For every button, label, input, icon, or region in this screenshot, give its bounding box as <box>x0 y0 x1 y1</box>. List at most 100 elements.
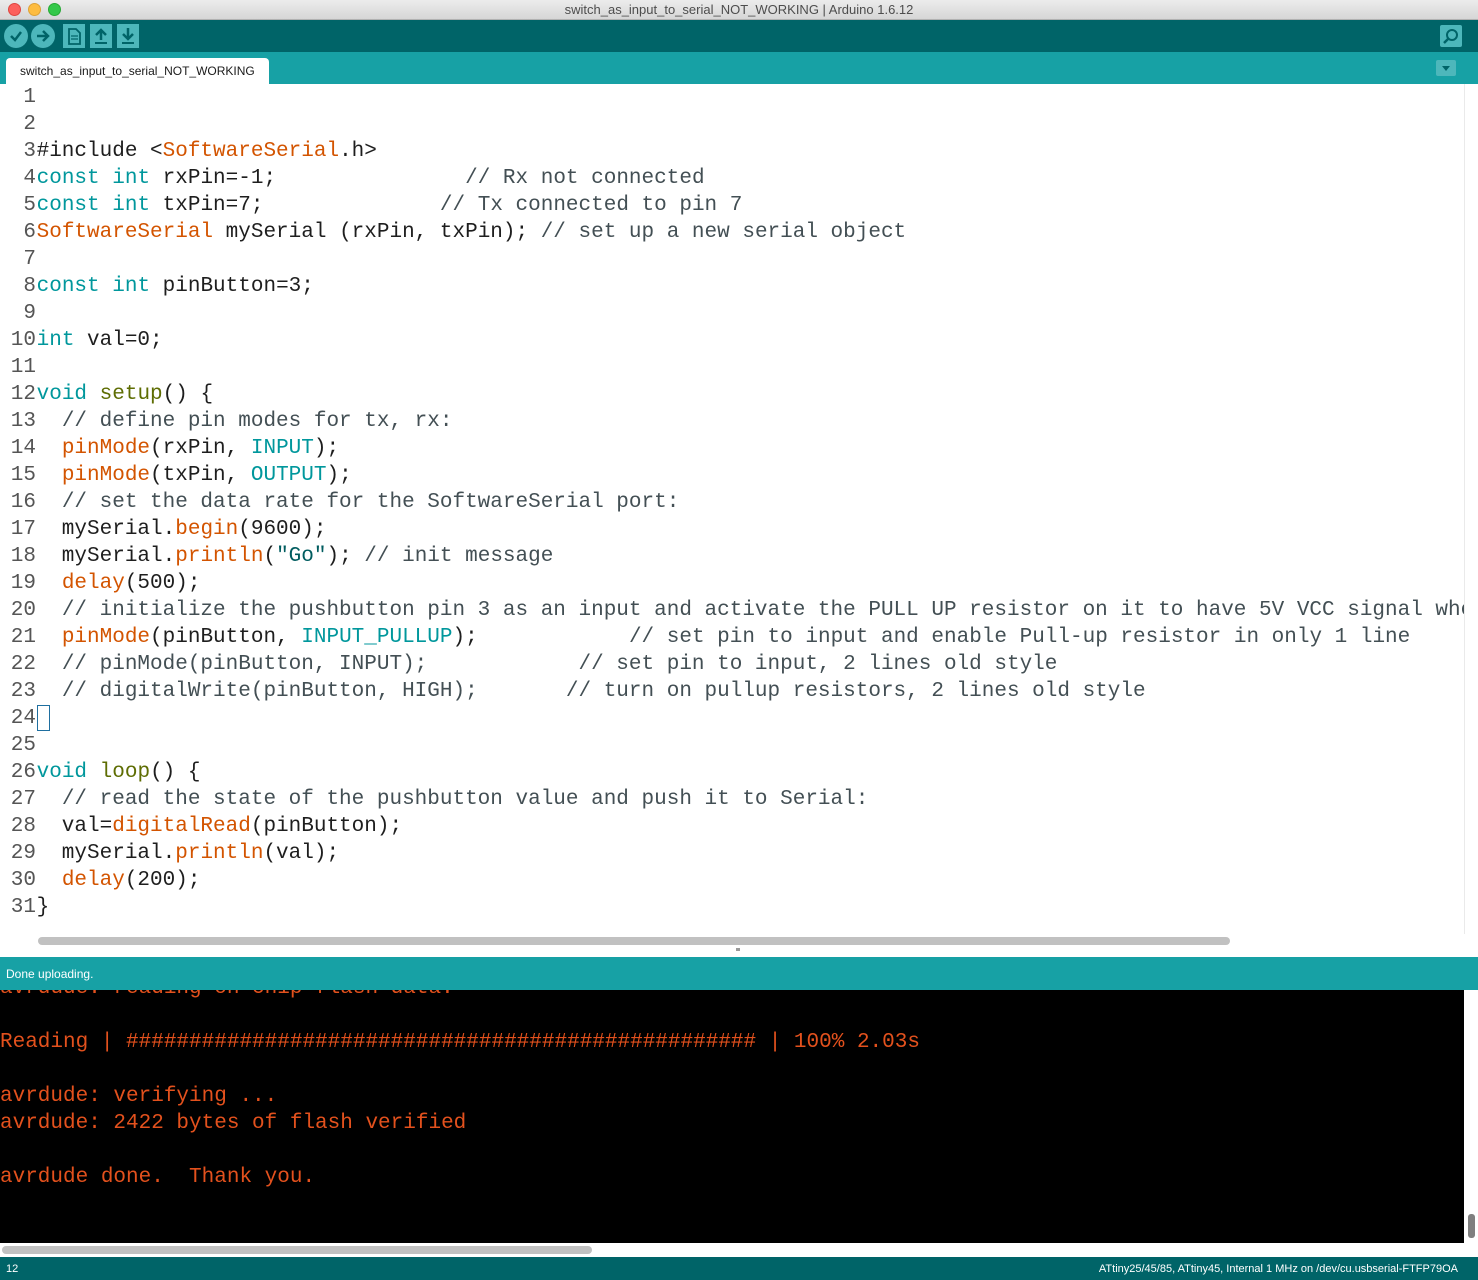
console-output[interactable]: avrdude: reading on-chip flash data: Read… <box>0 990 1464 1243</box>
code-text: const int pinButton=3; <box>36 275 314 298</box>
save-arrow-down-icon <box>122 28 134 44</box>
verify-button[interactable] <box>4 24 28 48</box>
code-line[interactable]: 8 const int pinButton=3; <box>0 273 314 300</box>
code-editor[interactable]: 1 2 3 #include <SoftwareSerial.h> 4 const… <box>0 84 1464 934</box>
status-bar: Done uploading. <box>0 957 1478 990</box>
code-line[interactable]: 13 // define pin modes for tx, rx: <box>0 408 453 435</box>
code-text: } <box>24 896 50 919</box>
cursor-line-number: 12 <box>6 1263 19 1275</box>
code-line[interactable]: 25 <box>0 732 37 759</box>
console-line: Reading | ##############################… <box>0 1031 920 1054</box>
serial-monitor-button[interactable] <box>1440 25 1462 47</box>
code-text: int val=0; <box>36 329 163 352</box>
code-text: pinMode(rxPin, INPUT); <box>61 437 340 460</box>
chevron-down-icon <box>1442 66 1450 71</box>
code-line[interactable]: 7 <box>0 246 37 273</box>
code-line[interactable]: 24 <box>0 705 37 732</box>
code-text: const int txPin=7; // Tx connected to pi… <box>36 194 743 217</box>
code-line[interactable]: 20 // initialize the pushbutton pin 3 as… <box>0 597 1464 624</box>
code-text: // read the state of the pushbutton valu… <box>61 788 869 811</box>
splitter-handle[interactable] <box>736 948 740 951</box>
code-line[interactable]: 31 } <box>0 894 49 921</box>
window-title: switch_as_input_to_serial_NOT_WORKING | … <box>564 2 914 17</box>
code-line[interactable]: 4 const int rxPin=-1; // Rx not connecte… <box>0 165 705 192</box>
window-titlebar: switch_as_input_to_serial_NOT_WORKING | … <box>0 0 1478 20</box>
console-vertical-scroll-thumb[interactable] <box>1468 1214 1475 1238</box>
console-line: avrdude done. Thank you. <box>0 1166 316 1189</box>
console-line: avrdude: verifying ... <box>0 1085 278 1108</box>
code-line[interactable]: 11 <box>0 354 37 381</box>
code-text: #include <SoftwareSerial.h> <box>24 140 377 163</box>
code-line[interactable]: 28 val=digitalRead(pinButton); <box>0 813 402 840</box>
magnifier-icon <box>1443 29 1458 44</box>
console-horizontal-scroll-thumb[interactable] <box>2 1246 592 1254</box>
open-arrow-up-icon <box>95 28 107 44</box>
code-text: mySerial.begin(9600); <box>24 518 327 541</box>
code-line[interactable]: 5 const int txPin=7; // Tx connected to … <box>0 192 742 219</box>
upload-arrow-icon <box>37 30 50 42</box>
board-port-info: ATtiny25/45/85, ATtiny45, Internal 1 MHz… <box>1098 1263 1458 1275</box>
code-line[interactable]: 18 mySerial.println("Go"); // init messa… <box>0 543 554 570</box>
code-text: void setup() { <box>36 383 214 406</box>
tab-sketch[interactable]: switch_as_input_to_serial_NOT_WORKING <box>6 58 269 84</box>
code-text: // pinMode(pinButton, INPUT); // set pin… <box>61 653 1058 676</box>
code-text: const int rxPin=-1; // Rx not connected <box>36 167 705 190</box>
open-sketch-button[interactable] <box>90 24 112 48</box>
upload-button[interactable] <box>31 24 55 48</box>
editor-vertical-scrollbar[interactable] <box>1464 84 1478 934</box>
code-line[interactable]: 19 delay(500); <box>0 570 201 597</box>
code-line[interactable]: 12 void setup() { <box>0 381 213 408</box>
code-line[interactable]: 27 // read the state of the pushbutton v… <box>0 786 869 813</box>
code-line[interactable]: 16 // set the data rate for the Software… <box>0 489 680 516</box>
console-line: avrdude: reading on-chip flash data: <box>0 990 454 1002</box>
code-line[interactable]: 6 SoftwareSerial mySerial (rxPin, txPin)… <box>0 219 906 246</box>
code-line[interactable]: 23 // digitalWrite(pinButton, HIGH); // … <box>0 678 1146 705</box>
code-line[interactable]: 22 // pinMode(pinButton, INPUT); // set … <box>0 651 1058 678</box>
code-line[interactable]: 1 <box>0 84 37 111</box>
code-line[interactable]: 21 pinMode(pinButton, INPUT_PULLUP); // … <box>0 624 1410 651</box>
tab-bar: switch_as_input_to_serial_NOT_WORKING <box>0 52 1478 84</box>
code-line[interactable]: 17 mySerial.begin(9600); <box>0 516 327 543</box>
code-text: // digitalWrite(pinButton, HIGH); // tur… <box>61 680 1146 703</box>
editor-horizontal-scroll-thumb[interactable] <box>38 937 1230 945</box>
code-text: SoftwareSerial mySerial (rxPin, txPin); … <box>36 221 907 244</box>
code-line[interactable]: 10 int val=0; <box>0 327 163 354</box>
code-line[interactable]: 26 void loop() { <box>0 759 201 786</box>
code-text: delay(500); <box>61 572 201 595</box>
code-line[interactable]: 2 <box>0 111 37 138</box>
info-bar: 12 ATtiny25/45/85, ATtiny45, Internal 1 … <box>0 1257 1478 1280</box>
code-line[interactable]: 14 pinMode(rxPin, INPUT); <box>0 435 339 462</box>
code-text: pinMode(pinButton, INPUT_PULLUP); // set… <box>61 626 1411 649</box>
code-line[interactable]: 3 #include <SoftwareSerial.h> <box>0 138 377 165</box>
code-line[interactable]: 9 <box>0 300 37 327</box>
verify-icon <box>10 31 22 42</box>
code-text: mySerial.println(val); <box>24 842 340 865</box>
code-text: delay(200); <box>61 869 201 892</box>
text-cursor <box>37 705 50 731</box>
new-sketch-button[interactable] <box>63 24 85 48</box>
new-file-icon <box>68 28 81 45</box>
code-text: pinMode(txPin, OUTPUT); <box>61 464 352 487</box>
code-text: // define pin modes for tx, rx: <box>61 410 453 433</box>
toolbar <box>0 20 1478 52</box>
console-line: avrdude: 2422 bytes of flash verified <box>0 1112 467 1135</box>
code-text: val=digitalRead(pinButton); <box>24 815 403 838</box>
code-line[interactable]: 29 mySerial.println(val); <box>0 840 339 867</box>
tab-menu-button[interactable] <box>1436 60 1456 76</box>
console-vertical-scrollbar[interactable] <box>1464 990 1478 1243</box>
code-text: mySerial.println("Go"); // init message <box>24 545 554 568</box>
save-sketch-button[interactable] <box>117 24 139 48</box>
code-text: // set the data rate for the SoftwareSer… <box>61 491 680 514</box>
status-message: Done uploading. <box>6 967 94 981</box>
code-line[interactable]: 30 delay(200); <box>0 867 201 894</box>
code-line[interactable]: 15 pinMode(txPin, OUTPUT); <box>0 462 352 489</box>
code-text: // initialize the pushbutton pin 3 as an… <box>61 599 1464 622</box>
code-text: void loop() { <box>36 761 201 784</box>
